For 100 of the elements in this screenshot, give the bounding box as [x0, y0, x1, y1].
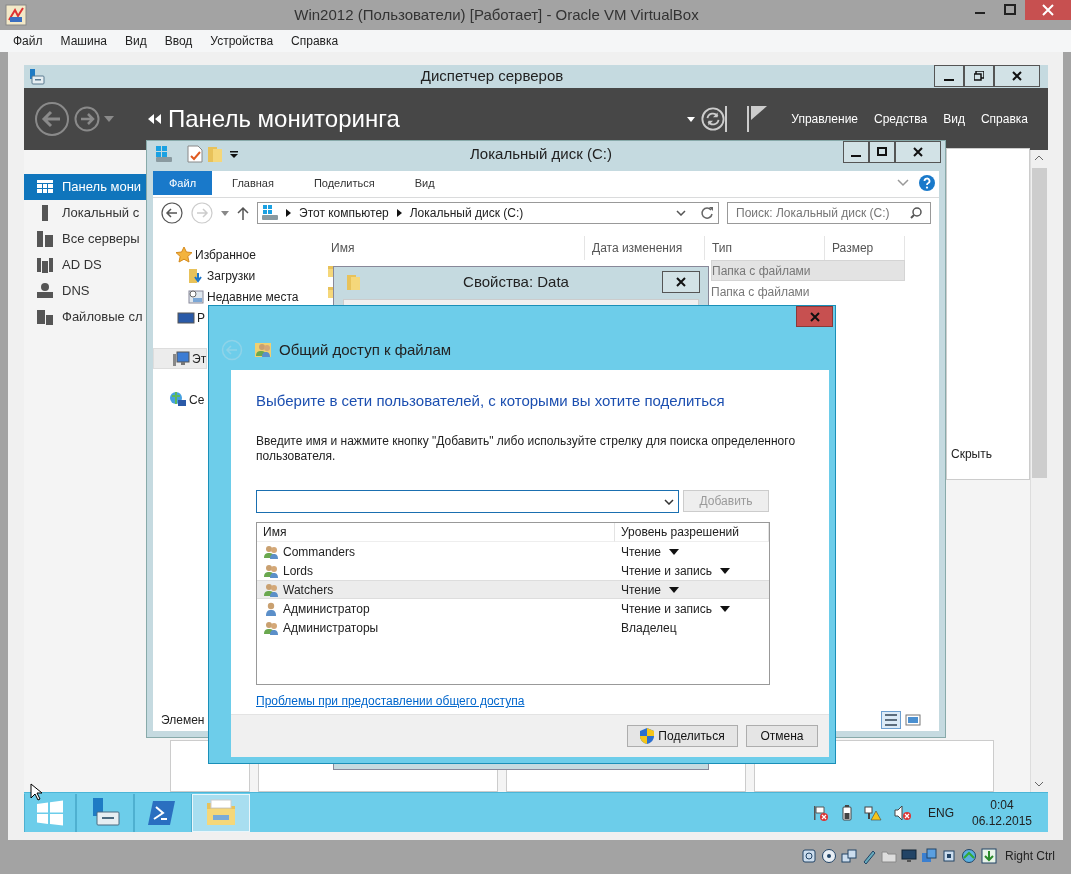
- dropdown-caret-icon[interactable]: [669, 548, 680, 555]
- maximize-icon: [877, 147, 887, 157]
- help-icon[interactable]: [919, 175, 935, 191]
- chip-icon[interactable]: [941, 848, 957, 864]
- help-link[interactable]: Проблемы при предоставлении общего доступа: [256, 692, 525, 710]
- close-button[interactable]: [994, 65, 1040, 87]
- address-bar[interactable]: Этот компьютер Локальный диск (C:): [257, 202, 719, 224]
- permission-level[interactable]: Чтение и запись: [621, 599, 713, 618]
- dropdown-caret-icon[interactable]: [687, 116, 696, 122]
- name-combo-box[interactable]: [256, 490, 680, 513]
- maximize-button[interactable]: [869, 141, 895, 163]
- close-icon: [913, 147, 923, 157]
- app-logo-icon: [4, 3, 28, 27]
- close-button[interactable]: [662, 271, 700, 293]
- usb-pen-icon[interactable]: [861, 848, 877, 864]
- menu-item[interactable]: Управление: [783, 110, 867, 128]
- type-cell[interactable]: Папка с файлами: [711, 281, 905, 302]
- group-icon: [263, 562, 279, 579]
- column-header[interactable]: Уровень разрешений: [615, 523, 769, 542]
- nav-item[interactable]: Эт: [153, 348, 208, 369]
- dropdown-chevron-icon[interactable]: [676, 210, 686, 216]
- battery-icon[interactable]: [842, 804, 852, 821]
- clock-time: 0:04: [990, 796, 1014, 813]
- dialog-button[interactable]: Поделиться: [627, 725, 738, 747]
- monitor-icon[interactable]: [901, 848, 917, 864]
- permission-level[interactable]: Чтение: [621, 580, 662, 599]
- group-icon: [263, 581, 279, 598]
- ribbon-tab[interactable]: Поделиться: [293, 171, 395, 195]
- search-field[interactable]: Поиск: Локальный диск (C:): [727, 202, 931, 224]
- user-row[interactable]: Администраторы Владелец: [257, 618, 769, 637]
- hide-link[interactable]: Скрыть: [951, 445, 1029, 463]
- recent-places-icon: [187, 287, 205, 306]
- user-row[interactable]: Commanders Чтение: [257, 542, 769, 561]
- permission-level[interactable]: Чтение и запись: [621, 561, 713, 580]
- menu-item[interactable]: Вид: [115, 32, 156, 50]
- close-icon[interactable]: [1025, 0, 1071, 20]
- sidebar-item[interactable]: AD DS: [24, 252, 146, 278]
- breadcrumb-item[interactable]: Этот компьютер: [299, 204, 389, 222]
- nav-item[interactable]: Загрузки: [153, 265, 256, 286]
- scrollbar[interactable]: [1030, 150, 1048, 792]
- optical-disc-icon[interactable]: [821, 848, 837, 864]
- download-icon[interactable]: [981, 848, 997, 864]
- details-view-icon[interactable]: [881, 711, 901, 729]
- sidebar-item[interactable]: Локальный с: [24, 200, 146, 226]
- menu-item[interactable]: Машина: [51, 32, 116, 50]
- close-icon: [676, 277, 686, 287]
- ribbon-tab[interactable]: Файл: [153, 171, 213, 195]
- nav-item[interactable]: Недавние места: [153, 286, 299, 307]
- type-cell[interactable]: Папка с файлами: [711, 260, 905, 281]
- sidebar-item[interactable]: Файловые сл: [24, 304, 146, 330]
- dropdown-caret-icon[interactable]: [229, 149, 239, 159]
- user-row[interactable]: Lords Чтение и запись: [257, 561, 769, 580]
- nav-item[interactable]: Р: [153, 307, 205, 328]
- clock[interactable]: 0:04 06.12.2015: [970, 796, 1034, 829]
- refresh-icon[interactable]: [700, 206, 714, 220]
- sidebar-item[interactable]: Панель мони: [24, 174, 146, 200]
- ribbon-tab[interactable]: Главная: [212, 171, 294, 195]
- nav-item[interactable]: Се: [153, 389, 205, 410]
- nav-item[interactable]: Избранное: [153, 244, 256, 265]
- shield-icon: [640, 728, 655, 744]
- restore-button[interactable]: [964, 65, 994, 87]
- network-icon[interactable]: [841, 848, 857, 864]
- sidebar-item[interactable]: Все серверы: [24, 226, 146, 252]
- flag-icon[interactable]: [747, 106, 768, 132]
- permission-level[interactable]: Чтение: [621, 542, 662, 561]
- menu-item[interactable]: Справка: [282, 32, 348, 50]
- language-indicator[interactable]: ENG: [928, 803, 954, 822]
- menu-item[interactable]: Ввод: [155, 32, 202, 50]
- taskbar-button[interactable]: [76, 793, 134, 832]
- column-header[interactable]: Имя: [257, 523, 615, 542]
- dropdown-caret-icon[interactable]: [669, 586, 680, 593]
- expand-ribbon-icon[interactable]: [897, 179, 909, 187]
- back-icon[interactable]: [161, 202, 183, 224]
- user-name: Lords: [283, 562, 314, 580]
- ribbon-tab[interactable]: Вид: [394, 171, 455, 195]
- flag-alert-icon[interactable]: [812, 804, 828, 821]
- host-key-label: Right Ctrl: [1005, 848, 1055, 865]
- network-warning-icon[interactable]: [864, 804, 882, 821]
- minimize-button[interactable]: [843, 141, 869, 163]
- dialog-button[interactable]: Отмена: [746, 725, 818, 747]
- menu-item[interactable]: Вид: [935, 110, 973, 128]
- dropdown-caret-icon[interactable]: [720, 567, 731, 574]
- speaker-muted-icon[interactable]: [894, 804, 912, 821]
- forward-icon[interactable]: [74, 106, 100, 132]
- dropdown-caret-icon[interactable]: [720, 605, 731, 612]
- minimize-button[interactable]: [934, 65, 964, 87]
- up-arrow-icon[interactable]: [237, 206, 249, 220]
- close-button[interactable]: [895, 141, 941, 163]
- globe-icon[interactable]: [961, 848, 977, 864]
- breadcrumb-item[interactable]: Локальный диск (C:): [409, 204, 524, 222]
- menu-item[interactable]: Средства: [866, 110, 936, 128]
- properties-icon[interactable]: [187, 145, 203, 163]
- user-row[interactable]: Администратор Чтение и запись: [257, 599, 769, 618]
- user-row[interactable]: Watchers Чтение: [257, 580, 769, 599]
- taskbar-button[interactable]: [134, 793, 192, 832]
- large-icons-view-icon[interactable]: [905, 712, 921, 728]
- menu-item[interactable]: Устройства: [201, 32, 283, 50]
- menu-item[interactable]: Файл: [4, 32, 52, 50]
- menu-item[interactable]: Справка: [972, 110, 1036, 128]
- sidebar-item[interactable]: DNS: [24, 278, 146, 304]
